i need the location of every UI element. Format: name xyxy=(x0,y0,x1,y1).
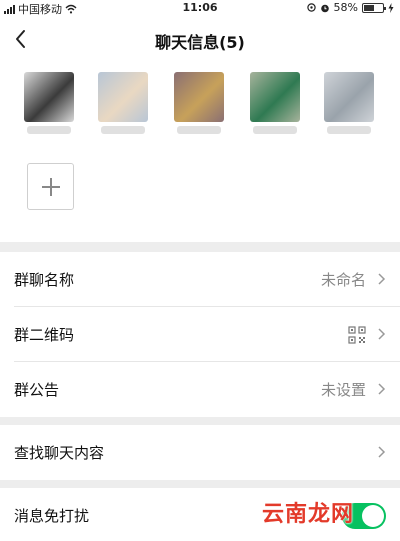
status-bar: 中国移动 11:06 58% xyxy=(0,0,400,16)
member-avatar-1[interactable] xyxy=(24,72,76,134)
group-name-value: 未命名 xyxy=(320,271,366,289)
member-grid xyxy=(0,62,400,242)
chevron-right-icon xyxy=(378,273,386,285)
avatar xyxy=(24,72,74,122)
nav-bar: 聊天信息(5) xyxy=(0,16,400,62)
watermark-logo: 云南龙网 xyxy=(262,502,355,527)
avatar xyxy=(98,72,148,122)
page-title: 聊天信息(5) xyxy=(155,33,245,52)
member-name-blurred xyxy=(253,126,297,134)
member-avatar-5[interactable] xyxy=(324,72,376,134)
member-avatar-2[interactable] xyxy=(98,72,150,134)
alarm-icon xyxy=(320,4,329,12)
search-chat-row[interactable]: 查找聊天内容 xyxy=(0,425,400,480)
group-notice-row[interactable]: 群公告 未设置 xyxy=(0,362,400,417)
toggle-knob xyxy=(362,505,384,527)
member-name-blurred xyxy=(27,126,71,134)
mute-label: 消息免打扰 xyxy=(14,507,90,525)
status-right: 58% xyxy=(306,1,394,14)
member-name-blurred xyxy=(327,126,371,134)
chevron-right-icon xyxy=(378,446,386,458)
member-name-blurred xyxy=(177,126,221,134)
group-qr-row[interactable]: 群二维码 xyxy=(0,307,400,362)
charging-icon xyxy=(388,2,394,13)
group-name-row[interactable]: 群聊名称 未命名 xyxy=(0,252,400,307)
group-notice-value: 未设置 xyxy=(320,381,366,399)
group-qr-label: 群二维码 xyxy=(14,326,75,344)
battery-icon xyxy=(362,2,386,13)
member-avatar-3[interactable] xyxy=(174,72,226,134)
search-chat-label: 查找聊天内容 xyxy=(14,444,105,462)
member-name-blurred xyxy=(101,126,145,134)
avatar xyxy=(324,72,374,122)
chevron-right-icon xyxy=(378,383,386,395)
member-avatar-4[interactable] xyxy=(250,72,302,134)
avatar xyxy=(250,72,300,122)
group-name-label: 群聊名称 xyxy=(14,271,75,289)
chevron-right-icon xyxy=(378,328,386,340)
avatar xyxy=(174,72,224,122)
battery-percent: 58% xyxy=(333,1,358,14)
qr-code-icon xyxy=(348,326,366,344)
group-notice-label: 群公告 xyxy=(14,381,60,399)
add-member-button[interactable] xyxy=(27,163,74,210)
location-icon xyxy=(306,2,316,12)
